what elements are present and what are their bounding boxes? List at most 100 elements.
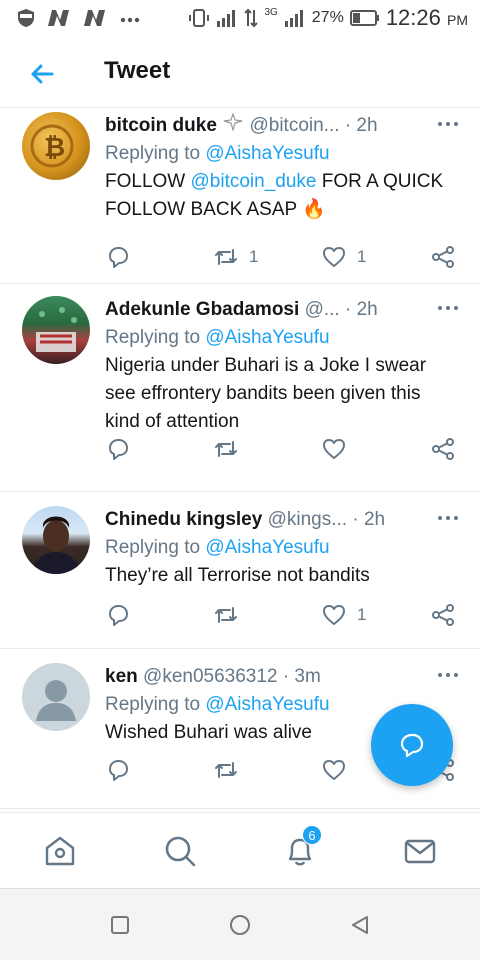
avatar[interactable] [22, 663, 90, 731]
nav-home[interactable] [42, 833, 78, 869]
tweet-actions: 1 [105, 600, 460, 630]
avatar[interactable] [22, 506, 90, 574]
more-dots-icon [438, 122, 458, 126]
data-transfer-icon [244, 8, 259, 28]
battery-percent: 27% [311, 9, 344, 26]
search-icon [165, 836, 196, 867]
share-button[interactable] [430, 242, 456, 272]
timestamp[interactable]: 3m [294, 666, 320, 687]
heart-icon [323, 605, 345, 625]
mention-link[interactable]: @AishaYesufu [205, 694, 329, 715]
reply-button[interactable] [105, 434, 131, 464]
retweet-count: 1 [249, 247, 259, 266]
svg-text:₿: ₿ [44, 133, 65, 163]
tweet-text: FOLLOW @bitcoin_duke FOR A QUICK FOLLOW … [105, 171, 444, 220]
mention-link[interactable]: @bitcoin_duke [191, 171, 317, 192]
vibrate-icon [189, 9, 210, 27]
home-system-button[interactable] [228, 913, 252, 937]
more-dots-icon [438, 673, 458, 677]
retweet-button[interactable] [213, 600, 239, 630]
mention-link[interactable]: @AishaYesufu [205, 327, 329, 348]
like-button[interactable] [321, 434, 347, 464]
bottom-navigation [0, 812, 480, 888]
page-title: Tweet [104, 57, 171, 84]
reply-button[interactable] [105, 755, 131, 785]
mention-link[interactable]: @AishaYesufu [205, 537, 329, 558]
status-bar: 3G 27% 12:26 PM [0, 0, 480, 38]
n-app-icon [48, 10, 69, 26]
like-count: 1 [357, 605, 367, 624]
signal-icon [284, 10, 303, 27]
tweet-text: They’re all Terrorise not bandits [105, 565, 370, 586]
like-button[interactable] [321, 755, 347, 785]
like-button[interactable]: 1 [321, 242, 366, 272]
top-bar: Tweet [0, 38, 480, 108]
tweet-item[interactable]: Adekunle Gbadamosi @... · 2h Replying to… [0, 284, 480, 492]
square-icon [111, 916, 129, 934]
like-count: 1 [357, 247, 367, 266]
network-type: 3G [264, 6, 278, 18]
more-dots-icon [438, 306, 458, 310]
tweet-actions [105, 434, 460, 464]
handle[interactable]: @ken05636312 [143, 666, 277, 687]
more-button[interactable] [436, 298, 460, 318]
back-button[interactable] [26, 58, 58, 90]
handle[interactable]: @kings... [268, 509, 347, 530]
handle[interactable]: @... [305, 299, 340, 320]
heart-icon [323, 247, 345, 267]
display-name[interactable]: bitcoin duke [105, 115, 217, 136]
display-name[interactable]: Adekunle Gbadamosi [105, 299, 299, 320]
retweet-icon [215, 441, 237, 457]
recent-apps-button[interactable] [108, 913, 132, 937]
reply-button[interactable] [105, 242, 131, 272]
n-app-icon [84, 10, 105, 26]
tweet-item[interactable]: ₿ bitcoin duke @bitcoin... · 2h Replying… [0, 108, 480, 284]
more-button[interactable] [436, 665, 460, 685]
display-name[interactable]: ken [105, 666, 138, 687]
timestamp[interactable]: 2h [364, 509, 385, 530]
retweet-icon [215, 762, 237, 778]
nav-search[interactable] [162, 833, 198, 869]
signal-icon [217, 10, 236, 27]
home-icon [45, 836, 75, 866]
mention-link[interactable]: @AishaYesufu [205, 143, 329, 164]
like-button[interactable]: 1 [321, 600, 366, 630]
retweet-icon [215, 607, 237, 623]
shield-icon [18, 9, 34, 27]
retweet-button[interactable] [213, 755, 239, 785]
tweet-item[interactable]: Chinedu kingsley @kings... · 2h Replying… [0, 492, 480, 649]
retweet-button[interactable] [213, 434, 239, 464]
arrow-left-icon [31, 64, 54, 84]
reply-bubble-icon [109, 760, 128, 781]
timestamp[interactable]: 2h [357, 299, 378, 320]
display-name[interactable]: Chinedu kingsley [105, 509, 262, 530]
avatar[interactable]: ₿ [22, 112, 90, 180]
heart-icon [323, 439, 345, 459]
default-avatar-icon [36, 680, 76, 721]
clock: 12:26 PM [385, 5, 468, 30]
nav-messages[interactable] [402, 833, 438, 869]
back-system-button[interactable] [348, 913, 372, 937]
share-button[interactable] [430, 600, 456, 630]
reply-bubble-icon [109, 439, 128, 460]
more-notifications-icon [120, 17, 140, 23]
share-icon [432, 438, 454, 460]
reply-bubble-icon [109, 605, 128, 626]
share-button[interactable] [430, 434, 456, 464]
notifications-badge: 6 [302, 825, 322, 845]
reply-bubble-icon [109, 247, 128, 268]
replying-to: Replying to @AishaYesufu [105, 327, 330, 348]
handle[interactable]: @bitcoin... [249, 115, 339, 136]
timestamp[interactable]: 2h [356, 115, 377, 136]
compose-reply-button[interactable] [371, 704, 453, 786]
share-icon [432, 604, 454, 626]
heart-icon [323, 760, 345, 780]
avatar[interactable] [22, 296, 90, 364]
more-button[interactable] [436, 508, 460, 528]
retweet-icon [215, 249, 237, 265]
retweet-button[interactable]: 1 [213, 242, 258, 272]
more-button[interactable] [436, 114, 460, 134]
reply-button[interactable] [105, 600, 131, 630]
replying-to: Replying to @AishaYesufu [105, 537, 330, 558]
bitcoin-coin-icon: ₿ [30, 124, 74, 168]
